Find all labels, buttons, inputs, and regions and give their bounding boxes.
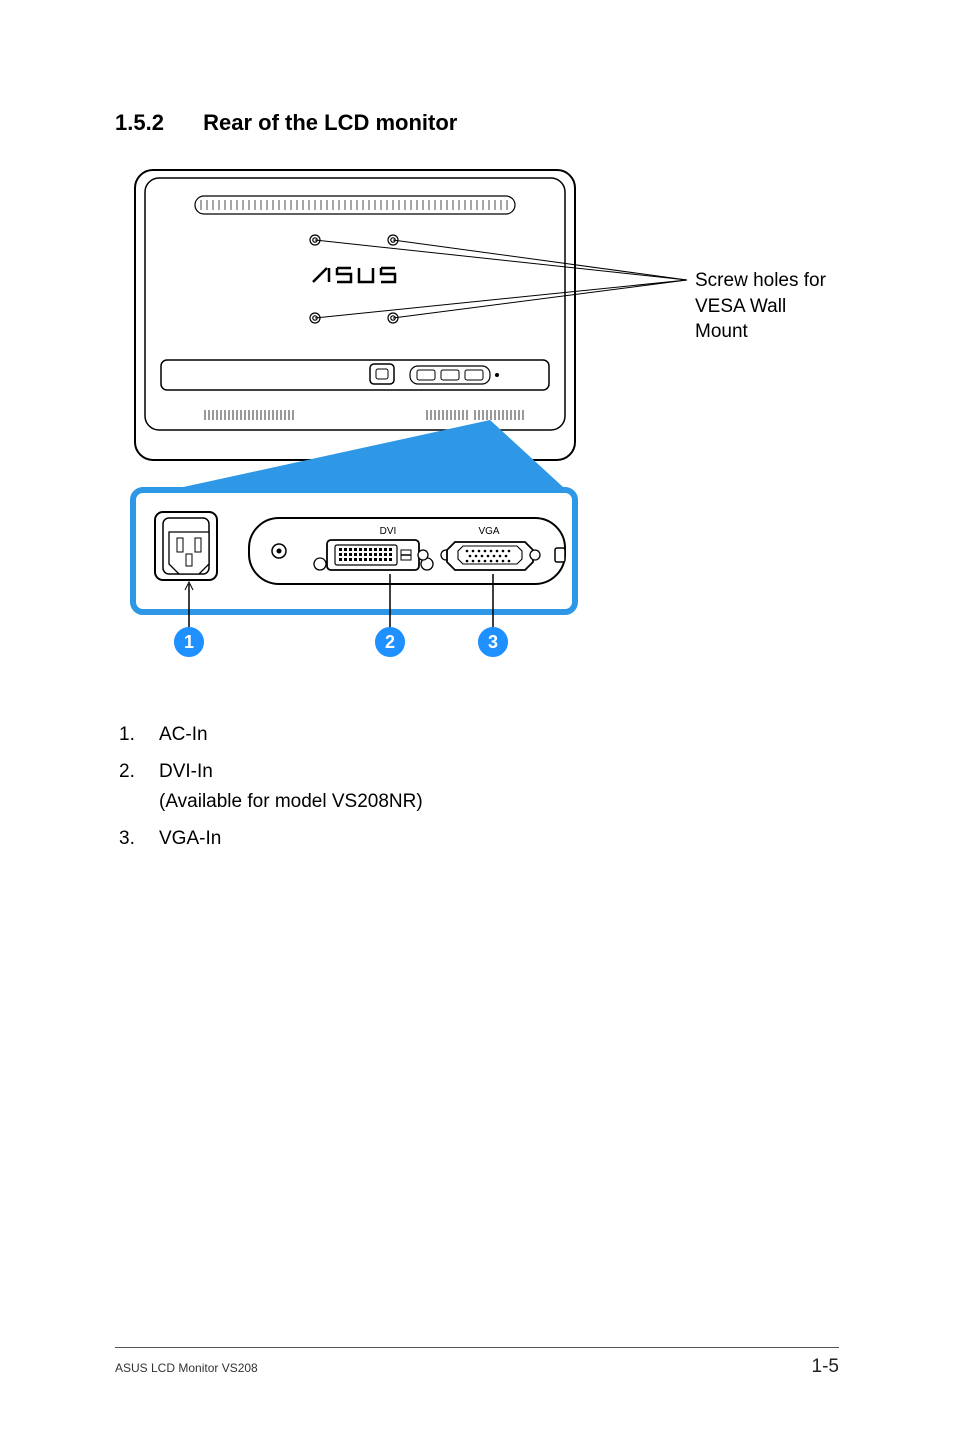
page-footer: ASUS LCD Monitor VS208 1-5 — [115, 1347, 839, 1378]
list-item: 2. DVI-In (Available for model VS208NR) — [119, 757, 839, 816]
monitor-rear-illustration: DVI VGA — [115, 160, 839, 690]
figure: DVI VGA — [115, 160, 839, 690]
port-label-vga: VGA — [478, 526, 499, 537]
figure-badge-1: 1 — [174, 627, 204, 657]
list-text: VGA-In — [159, 824, 839, 853]
list-text-sub: (Available for model VS208NR) — [159, 791, 423, 812]
figure-badge-2: 2 — [375, 627, 405, 657]
list-number: 2. — [119, 757, 159, 816]
footer-page-number: 1-5 — [812, 1356, 839, 1378]
list-number: 1. — [119, 720, 159, 749]
port-label-dvi: DVI — [380, 526, 397, 537]
footer-product: ASUS LCD Monitor VS208 — [115, 1361, 258, 1375]
heading-number: 1.5.2 — [115, 110, 197, 136]
page: 1.5.2 Rear of the LCD monitor — [0, 0, 954, 1438]
list-text: DVI-In (Available for model VS208NR) — [159, 757, 839, 816]
port-legend-list: 1. AC-In 2. DVI-In (Available for model … — [119, 720, 839, 854]
list-item: 3. VGA-In — [119, 824, 839, 853]
figure-badge-3: 3 — [478, 627, 508, 657]
list-item: 1. AC-In — [119, 720, 839, 749]
list-number: 3. — [119, 824, 159, 853]
list-text-main: DVI-In — [159, 761, 213, 782]
vesa-callout-text: Screw holes for VESA Wall Mount — [695, 268, 839, 345]
heading-title: Rear of the LCD monitor — [203, 110, 457, 135]
list-text: AC-In — [159, 720, 839, 749]
section-heading: 1.5.2 Rear of the LCD monitor — [115, 110, 839, 136]
